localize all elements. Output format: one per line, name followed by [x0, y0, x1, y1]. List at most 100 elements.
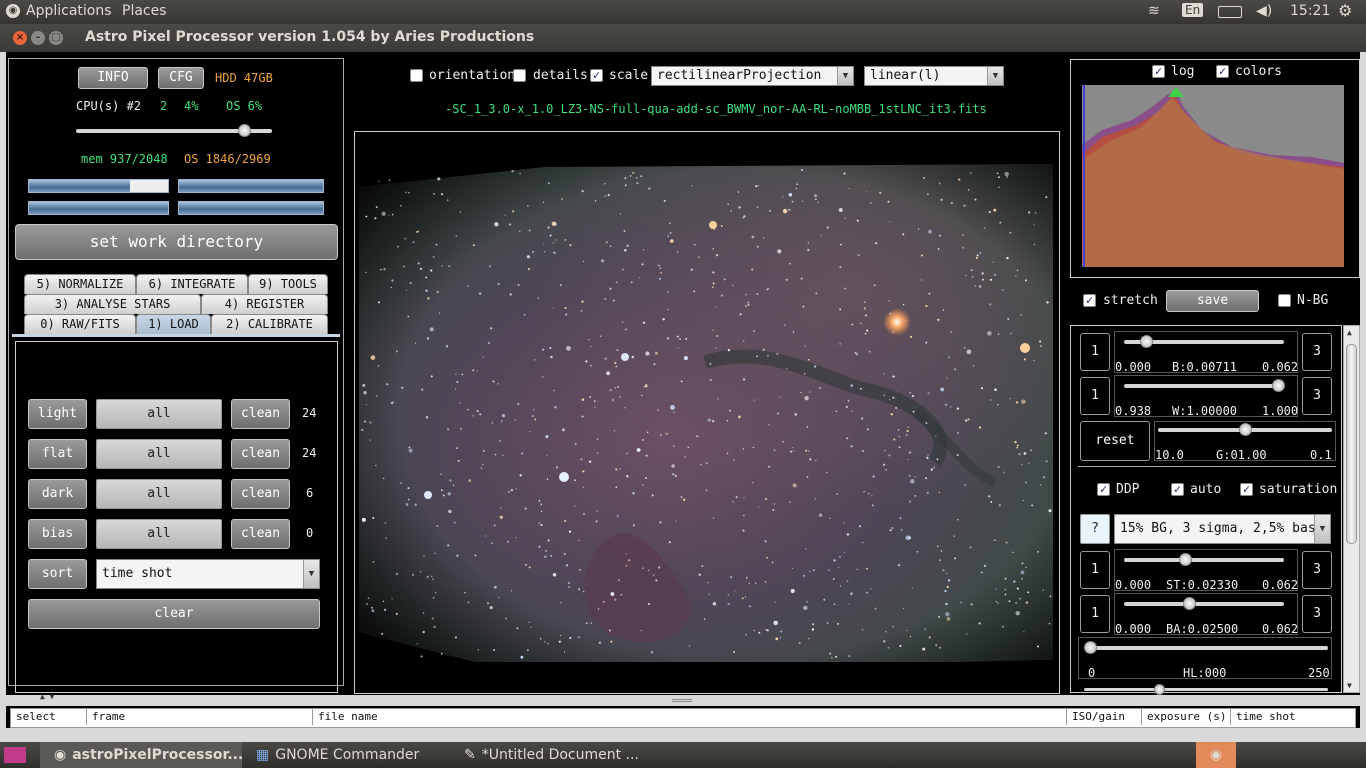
stretch-checkbox[interactable]: ✓ — [1083, 294, 1096, 307]
places-menu[interactable]: Places — [122, 3, 167, 19]
close-icon[interactable]: × — [13, 31, 27, 45]
workspace-switcher-icon[interactable]: ◉ — [1196, 742, 1236, 768]
wifi-icon[interactable]: ≋ — [1148, 3, 1160, 19]
taskbar-item-editor[interactable]: ✎ *Untitled Document ... — [464, 742, 664, 768]
hl-slider-track[interactable] — [1084, 646, 1328, 650]
column-exposure[interactable]: exposure (s) — [1142, 709, 1231, 725]
astro-image[interactable] — [355, 132, 1059, 693]
tab-load[interactable]: 1) LOAD — [136, 314, 211, 334]
keyboard-language[interactable]: En — [1182, 3, 1204, 17]
volume-icon[interactable]: ◀) — [1256, 3, 1272, 19]
flat-clean-button[interactable]: clean — [231, 439, 290, 469]
star — [565, 313, 568, 316]
cfg-button[interactable]: CFG — [158, 67, 204, 89]
dark-clean-button[interactable]: clean — [231, 479, 290, 509]
ba-decrease-button[interactable]: 1 — [1080, 595, 1110, 633]
applications-menu[interactable]: Applications — [26, 3, 112, 19]
tab-calibrate[interactable]: 2) CALIBRATE — [211, 314, 328, 334]
chevron-down-icon[interactable]: ▼ — [303, 560, 319, 588]
maximize-icon[interactable]: □ — [49, 31, 63, 45]
tab-raw-fits[interactable]: 0) RAW/FITS — [24, 314, 136, 334]
star — [753, 399, 756, 401]
w-decrease-button[interactable]: 1 — [1080, 377, 1110, 415]
panel-splitter[interactable]: ▲ ▼ — [6, 692, 1360, 706]
column-file-name[interactable]: file name — [313, 709, 1067, 725]
scroll-up-icon[interactable]: ▲ — [1347, 328, 1352, 337]
column-frame[interactable]: frame — [87, 709, 313, 725]
column-select[interactable]: select — [11, 709, 87, 725]
next-slider-track[interactable] — [1084, 688, 1328, 691]
st-slider-track[interactable] — [1124, 558, 1284, 562]
column-time-shot[interactable]: time shot — [1231, 709, 1355, 725]
saturation-checkbox[interactable]: ✓ — [1240, 483, 1253, 496]
w-slider-knob[interactable] — [1272, 379, 1285, 392]
grip-icon[interactable] — [672, 699, 692, 702]
dark-button[interactable]: dark — [28, 479, 87, 509]
save-button[interactable]: save — [1166, 290, 1259, 312]
projection-select[interactable]: rectilinearProjection ▼ — [651, 66, 854, 86]
ba-slider-track[interactable] — [1124, 602, 1284, 606]
details-checkbox[interactable] — [513, 69, 526, 82]
cpu-slider-knob[interactable] — [237, 124, 251, 137]
colors-checkbox[interactable]: ✓ — [1216, 65, 1229, 78]
hl-slider-knob[interactable] — [1084, 641, 1097, 654]
histogram-chart[interactable] — [1082, 85, 1344, 267]
ddp-checkbox[interactable]: ✓ — [1097, 483, 1110, 496]
column-iso-gain[interactable]: ISO/gain — [1067, 709, 1142, 725]
st-increase-button[interactable]: 3 — [1302, 551, 1332, 589]
tab-register[interactable]: 4) REGISTER — [201, 294, 328, 314]
gear-icon[interactable]: ⚙ — [1338, 1, 1352, 20]
auto-checkbox[interactable]: ✓ — [1171, 483, 1184, 496]
scale-checkbox[interactable]: ✓ — [590, 69, 603, 82]
ba-increase-button[interactable]: 3 — [1302, 595, 1332, 633]
scrollbar-thumb[interactable] — [1346, 344, 1357, 544]
clear-button[interactable]: clear — [28, 599, 320, 629]
w-slider-track[interactable] — [1124, 384, 1284, 388]
flat-button[interactable]: flat — [28, 439, 87, 469]
tab-normalize[interactable]: 5) NORMALIZE — [24, 274, 136, 294]
g-slider-knob[interactable] — [1239, 423, 1252, 436]
sort-select[interactable]: time shot ▼ — [96, 559, 320, 589]
chevron-down-icon[interactable]: ▼ — [837, 67, 853, 85]
tab-analyse-stars[interactable]: 3) ANALYSE STARS — [24, 294, 201, 314]
preset-select[interactable]: 15% BG, 3 sigma, 2,5% base ▼ — [1114, 514, 1331, 544]
taskbar-item-commander[interactable]: ▦ GNOME Commander — [256, 742, 452, 768]
tab-integrate[interactable]: 6) INTEGRATE — [136, 274, 248, 294]
taskbar-item-app[interactable]: ◉ astroPixelProcessor... — [40, 742, 243, 768]
next-slider-knob[interactable] — [1154, 684, 1165, 695]
bias-button[interactable]: bias — [28, 519, 87, 549]
set-work-directory-button[interactable]: set work directory — [15, 224, 338, 260]
light-clean-button[interactable]: clean — [231, 399, 290, 429]
split-arrows-icon[interactable]: ▲ ▼ — [40, 692, 54, 701]
image-viewer[interactable] — [354, 131, 1060, 694]
minimize-icon[interactable]: – — [31, 31, 45, 45]
chevron-down-icon[interactable]: ▼ — [987, 67, 1003, 85]
w-increase-button[interactable]: 3 — [1302, 377, 1332, 415]
light-button[interactable]: light — [28, 399, 87, 429]
orientation-checkbox[interactable] — [410, 69, 423, 82]
log-checkbox[interactable]: ✓ — [1152, 65, 1165, 78]
stretch-mode-select[interactable]: linear(l) ▼ — [864, 66, 1004, 86]
chevron-down-icon[interactable]: ▼ — [1314, 515, 1330, 543]
right-scrollbar[interactable]: ▲ ▼ — [1343, 325, 1360, 693]
bias-clean-button[interactable]: clean — [231, 519, 290, 549]
light-all-button[interactable]: all — [96, 399, 222, 429]
reset-button[interactable]: reset — [1080, 421, 1150, 461]
b-increase-button[interactable]: 3 — [1302, 333, 1332, 371]
help-button[interactable]: ? — [1080, 514, 1110, 544]
clock[interactable]: 15:21 — [1290, 3, 1330, 19]
st-slider-knob[interactable] — [1178, 553, 1192, 566]
st-decrease-button[interactable]: 1 — [1080, 551, 1110, 589]
scroll-down-icon[interactable]: ▼ — [1347, 681, 1352, 690]
flat-all-button[interactable]: all — [96, 439, 222, 469]
info-button[interactable]: INFO — [78, 67, 148, 89]
nbg-checkbox[interactable] — [1278, 294, 1291, 307]
show-desktop-icon[interactable] — [4, 747, 26, 763]
battery-icon[interactable] — [1218, 6, 1242, 18]
tab-tools[interactable]: 9) TOOLS — [248, 274, 328, 294]
sort-button[interactable]: sort — [28, 559, 87, 589]
star — [1004, 171, 1009, 177]
dark-all-button[interactable]: all — [96, 479, 222, 509]
bias-all-button[interactable]: all — [96, 519, 222, 549]
b-decrease-button[interactable]: 1 — [1080, 333, 1110, 371]
